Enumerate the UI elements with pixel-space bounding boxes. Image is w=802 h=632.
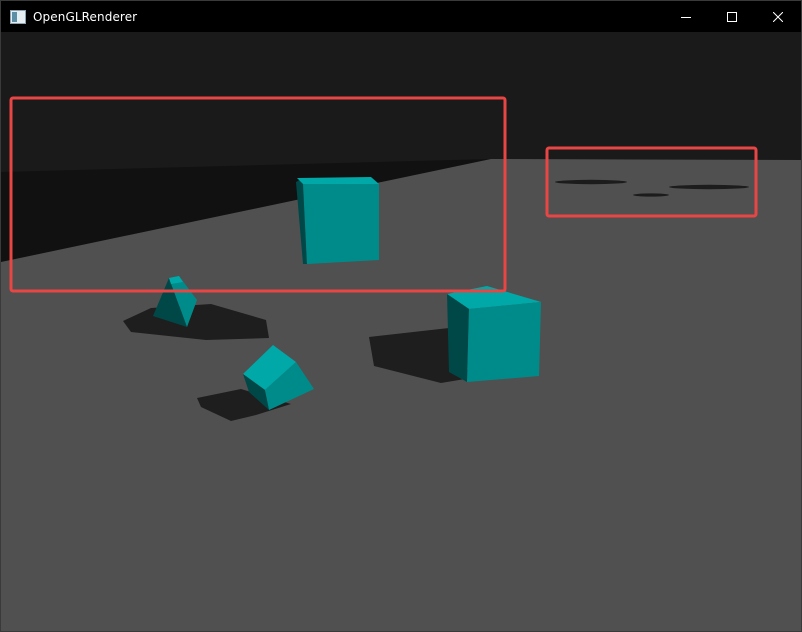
opengl-renderer-window: OpenGLRenderer [0, 0, 802, 632]
scene-canvas [1, 32, 801, 631]
cube-face [303, 184, 379, 264]
cube-face [297, 177, 379, 184]
cube-face [467, 302, 541, 382]
title-bar[interactable]: OpenGLRenderer [1, 1, 801, 32]
render-viewport[interactable] [1, 32, 801, 631]
window-title: OpenGLRenderer [33, 9, 138, 24]
maximize-button[interactable] [709, 1, 755, 32]
minimize-icon [681, 16, 691, 18]
cube-face [447, 294, 469, 382]
caption-buttons [663, 1, 801, 32]
maximize-icon [727, 11, 737, 22]
distant-shadow-streak [633, 193, 669, 197]
distant-shadow-streak [555, 179, 627, 185]
close-button[interactable] [755, 1, 801, 32]
app-window-icon [10, 9, 26, 24]
minimize-button[interactable] [663, 1, 709, 32]
close-icon [773, 11, 783, 22]
distant-shadow-streak [669, 184, 749, 190]
